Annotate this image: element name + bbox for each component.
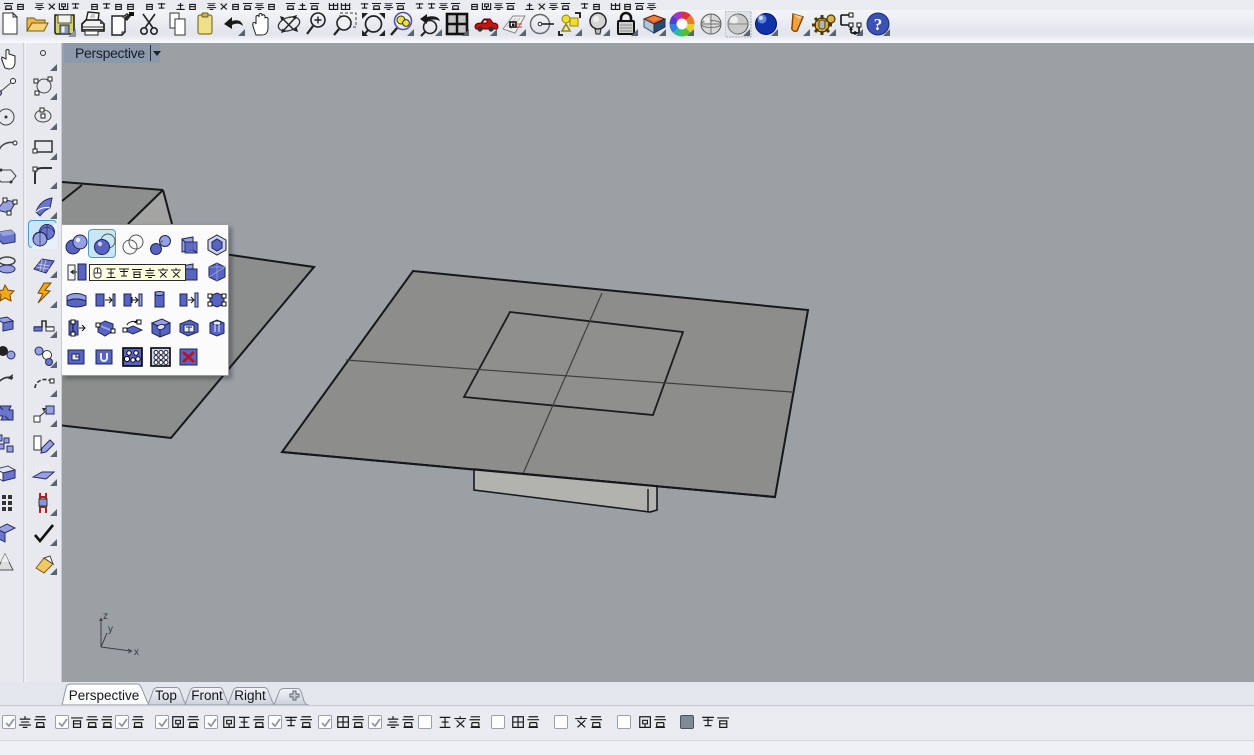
svg-text:Right: Right (234, 688, 266, 703)
svg-text:Top: Top (155, 688, 177, 703)
svg-text:z: z (103, 611, 108, 622)
svg-text:?: ? (874, 15, 883, 34)
svg-text:y: y (108, 624, 113, 635)
svg-text:Front: Front (191, 688, 223, 703)
svg-text:Perspective: Perspective (69, 688, 140, 703)
svg-text:x: x (134, 647, 139, 658)
